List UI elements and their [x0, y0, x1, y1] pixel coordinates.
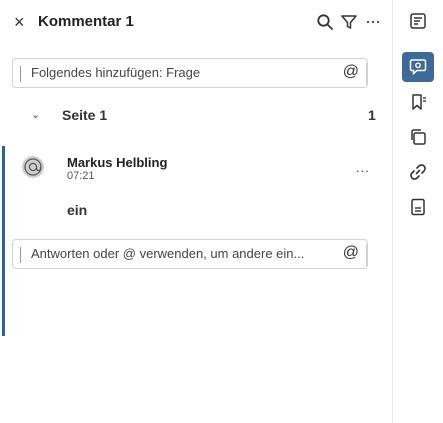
close-icon[interactable]: ×	[14, 10, 25, 34]
chevron-down-icon[interactable]: ⌄	[31, 108, 40, 121]
comment-body: ein	[67, 202, 88, 218]
search-icon[interactable]	[313, 10, 337, 34]
format-icon[interactable]	[402, 6, 434, 36]
comment-thread[interactable]: Markus Helbling 07:21 ... ein Antworten …	[0, 146, 392, 336]
bookmark-icon[interactable]	[402, 87, 434, 117]
reply-placeholder: Antworten oder @ verwenden, um andere ei…	[31, 246, 305, 261]
divider	[366, 244, 367, 266]
mention-button[interactable]: @	[343, 63, 359, 81]
divider	[366, 63, 367, 85]
avatar	[22, 156, 44, 178]
add-comment-text: Folgendes hinzufügen: Frage	[31, 65, 201, 80]
section-count: 1	[368, 107, 376, 123]
link-icon[interactable]	[402, 157, 434, 187]
copy-icon[interactable]	[402, 122, 434, 152]
comment-time: 07:21	[67, 170, 95, 182]
thread-accent-bar	[2, 146, 5, 336]
text-cursor	[20, 247, 21, 263]
filter-icon[interactable]	[337, 10, 361, 34]
page-icon[interactable]	[402, 192, 434, 222]
reply-field[interactable]: Antworten oder @ verwenden, um andere ei…	[12, 239, 368, 269]
comment-more-button[interactable]: ...	[356, 160, 370, 175]
section-page-1[interactable]: ⌄ Seite 1 1	[0, 106, 392, 130]
comments-icon[interactable]	[402, 52, 434, 82]
add-comment-field[interactable]: Folgendes hinzufügen: Frage @	[12, 58, 368, 88]
mention-button[interactable]: @	[343, 244, 359, 262]
comment-author: Markus Helbling	[67, 155, 168, 170]
right-toolbar	[392, 0, 443, 423]
comments-panel: × Kommentar 1 Folgendes hinzufügen: Frag…	[0, 0, 392, 423]
text-cursor	[20, 66, 21, 82]
panel-title: Kommentar 1	[38, 13, 134, 30]
panel-header: × Kommentar 1	[0, 0, 392, 44]
section-title: Seite 1	[62, 107, 108, 123]
more-icon[interactable]	[361, 10, 385, 34]
